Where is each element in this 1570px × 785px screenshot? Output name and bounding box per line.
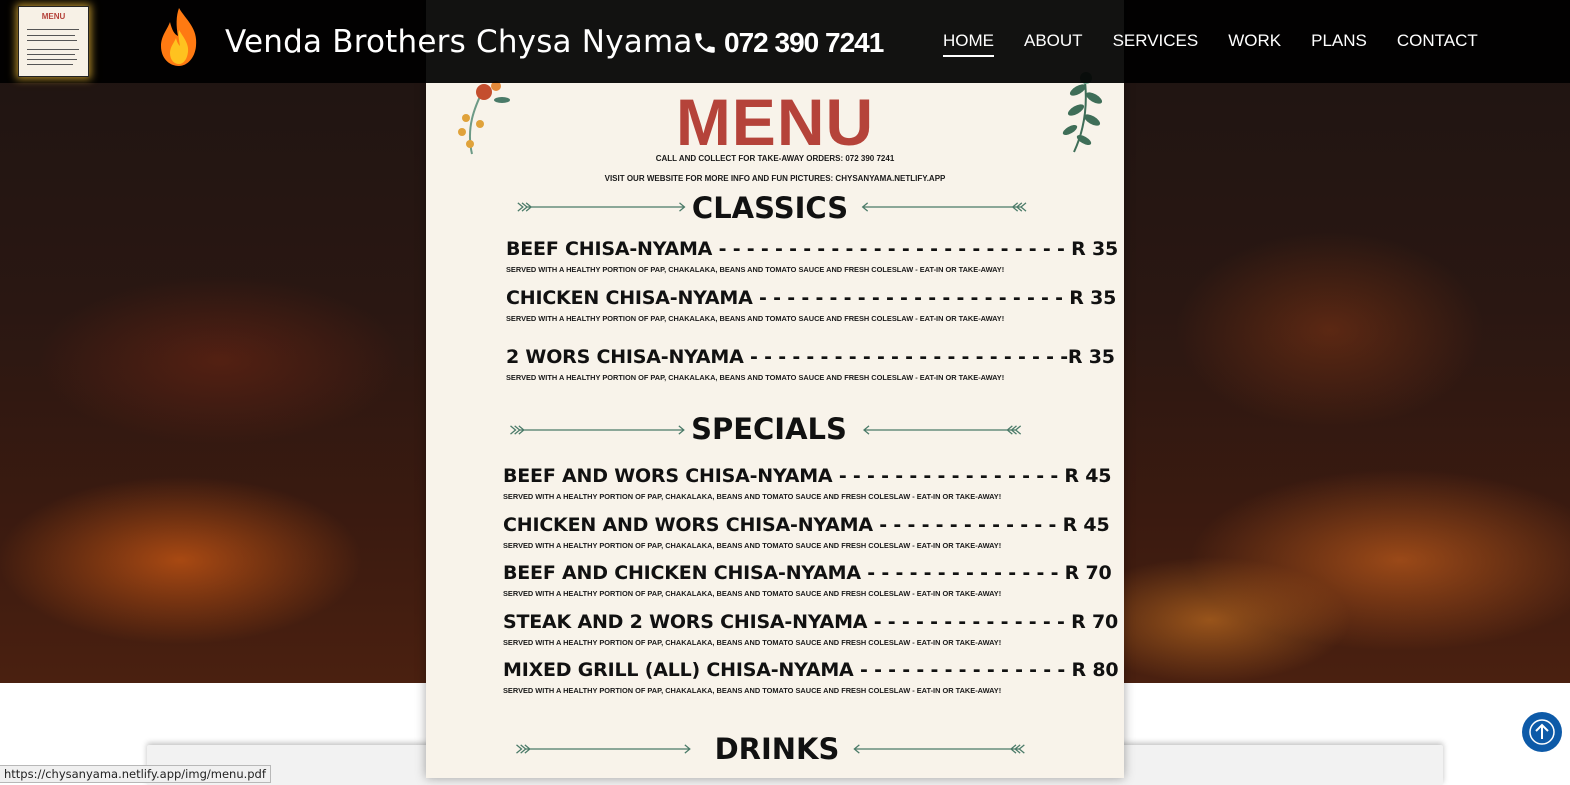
nav-about[interactable]: ABOUT [1024,31,1083,57]
menu-item-name: CHICKEN AND WORS CHISA-NYAMA - - - - - -… [503,514,1110,536]
phone-icon [695,33,715,53]
menu-item-desc: SERVED WITH A HEALTHY PORTION OF PAP, CH… [503,492,1002,501]
main-nav: HOME ABOUT SERVICES WORK PLANS CONTACT [943,31,1508,57]
menu-item-desc: SERVED WITH A HEALTHY PORTION OF PAP, CH… [503,686,1002,695]
navbar: MENU Venda Brothers Chysa Nyama 072 390 … [0,0,1570,83]
arrow-left-decoration-icon [863,425,1022,435]
phone-number: 072 390 7241 [724,27,884,58]
menu-item-name: BEEF AND CHICKEN CHISA-NYAMA - - - - - -… [503,562,1112,584]
arrow-left-decoration-icon [861,202,1027,212]
menu-item-name: BEEF AND WORS CHISA-NYAMA - - - - - - - … [503,465,1112,487]
nav-services[interactable]: SERVICES [1113,31,1199,57]
thumbnail-line [27,64,73,65]
thumbnail-line [27,59,77,60]
thumbnail-title: MENU [41,12,66,21]
menu-item-desc: SERVED WITH A HEALTHY PORTION OF PAP, CH… [503,541,1002,550]
flame-icon[interactable] [156,6,202,68]
nav-plans[interactable]: PLANS [1311,31,1367,57]
menu-item-name: CHICKEN CHISA-NYAMA - - - - - - - - - - … [506,287,1117,309]
menu-website-line: VISIT OUR WEBSITE FOR MORE INFO AND FUN … [604,174,946,183]
arrow-left-decoration-icon [853,744,1025,754]
menu-item-desc: SERVED WITH A HEALTHY PORTION OF PAP, CH… [506,314,1005,323]
scroll-to-top-button[interactable] [1522,712,1562,752]
thumbnail-line [27,40,77,41]
brand-name[interactable]: Venda Brothers Chysa Nyama [225,24,693,60]
menu-item-desc: SERVED WITH A HEALTHY PORTION OF PAP, CH… [506,265,1005,274]
nav-home[interactable]: HOME [943,31,994,57]
thumbnail-line [27,29,79,30]
status-url: https://chysanyama.netlify.app/img/menu.… [0,765,271,783]
menu-item-name: STEAK AND 2 WORS CHISA-NYAMA - - - - - -… [503,611,1118,633]
menu-title: MENU [675,85,875,159]
nav-contact[interactable]: CONTACT [1397,31,1478,57]
thumbnail-line [27,54,75,55]
menu-item-name: 2 WORS CHISA-NYAMA - - - - - - - - - - -… [506,346,1115,368]
menu-item-desc: SERVED WITH A HEALTHY PORTION OF PAP, CH… [503,589,1002,598]
menu-call-line: CALL AND COLLECT FOR TAKE-AWAY ORDERS: 0… [655,154,895,163]
menu-item-desc: SERVED WITH A HEALTHY PORTION OF PAP, CH… [503,638,1002,647]
nav-work[interactable]: WORK [1228,31,1281,57]
menu-thumbnail[interactable]: MENU [18,6,89,77]
menu-item-name: MIXED GRILL (ALL) CHISA-NYAMA - - - - - … [503,659,1119,681]
arrow-up-icon [1529,719,1555,745]
menu-item-desc: SERVED WITH A HEALTHY PORTION OF PAP, CH… [506,373,1005,382]
phone-link[interactable]: 072 390 7241 [692,27,884,59]
menu-image[interactable]: MENU CALL AND COLLECT FOR TAKE-AWAY ORDE… [426,0,1124,778]
menu-item-name: BEEF CHISA-NYAMA - - - - - - - - - - - -… [506,238,1118,260]
thumbnail-line [27,49,79,50]
thumbnail-line [27,35,75,36]
